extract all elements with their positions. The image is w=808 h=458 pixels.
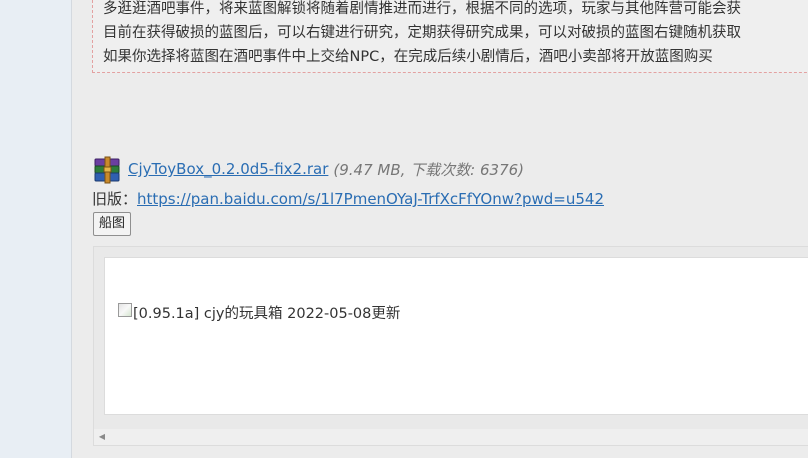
old-version-row: 旧版：https://pan.baidu.com/s/1l7PmenOYaJ-T…: [92, 188, 604, 209]
notice-line: 多逛逛酒吧事件，将来蓝图解锁将随着剧情推进而进行，根据不同的选项，玩家与其他阵营…: [103, 1, 741, 17]
horizontal-scrollbar[interactable]: ◀: [94, 429, 808, 445]
old-version-label: 旧版：: [92, 190, 138, 208]
notice-line: 如果你选择将蓝图在酒吧事件中上交给NPC，在完成后续小剧情后，酒吧小卖部将开放蓝…: [103, 49, 713, 65]
attachment-row: CjyToyBox_0.2.0d5-fix2.rar (9.47 MB, 下载次…: [92, 156, 525, 184]
notice-line: 目前在获得破损的蓝图后，可以右键进行研究，定期获得研究成果，可以对破损的蓝图右键…: [103, 25, 741, 41]
left-sidebar-rail: [0, 0, 72, 458]
attachment-download-link[interactable]: CjyToyBox_0.2.0d5-fix2.rar: [128, 160, 328, 178]
embedded-image-frame: [0.95.1a] cjy的玩具箱 2022-05-08更新 ◀: [93, 246, 808, 446]
attachment-meta: (9.47 MB, 下载次数: 6376): [333, 160, 525, 179]
embedded-image-container: [0.95.1a] cjy的玩具箱 2022-05-08更新: [104, 257, 808, 415]
triangle-left-icon[interactable]: ◀: [97, 432, 107, 442]
broken-image: [0.95.1a] cjy的玩具箱 2022-05-08更新: [118, 302, 400, 323]
winrar-archive-icon: [92, 156, 124, 184]
old-version-link[interactable]: https://pan.baidu.com/s/1l7PmenOYaJ-TrfX…: [137, 190, 604, 208]
post-content: 多逛逛酒吧事件，将来蓝图解锁将随着剧情推进而进行，根据不同的选项，玩家与其他阵营…: [72, 0, 808, 458]
broken-image-alt-text: [0.95.1a] cjy的玩具箱 2022-05-08更新: [133, 306, 401, 322]
ship-map-button[interactable]: 船图: [93, 212, 132, 236]
broken-image-icon: [118, 302, 132, 317]
notice-box: 多逛逛酒吧事件，将来蓝图解锁将随着剧情推进而进行，根据不同的选项，玩家与其他阵营…: [92, 0, 808, 73]
